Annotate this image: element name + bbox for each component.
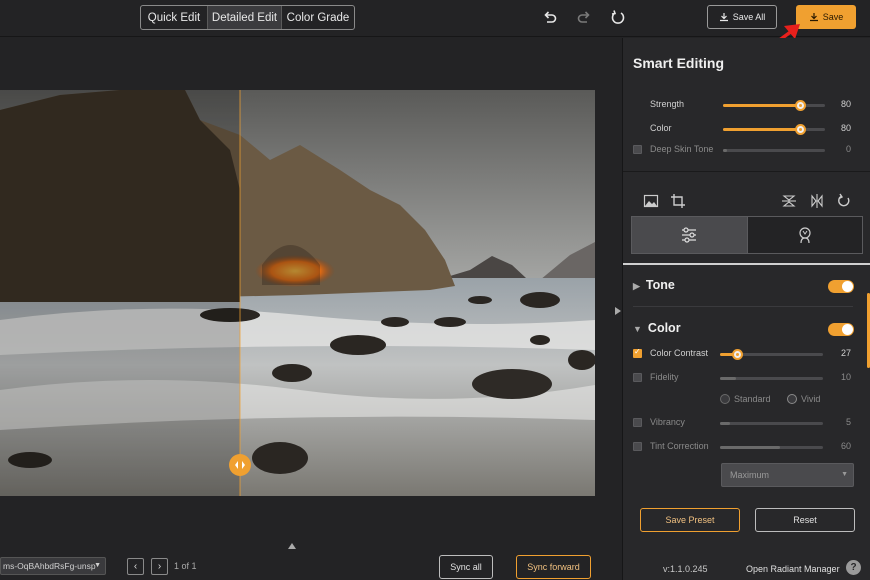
color-contrast-slider[interactable] [720,349,823,360]
vibrancy-row: Vibrancy 5 [623,415,870,431]
divider [623,171,870,172]
strength-label: Strength [650,99,685,109]
deep-skin-tone-value: 0 [845,144,851,154]
download-icon [809,13,818,22]
deep-skin-tone-slider[interactable] [723,149,825,152]
page-counter: 1 of 1 [174,561,197,571]
sync-forward-button[interactable]: Sync forward [516,555,591,579]
chevron-down-icon: ▼ [94,562,101,569]
radio-vivid-dot [787,394,797,404]
right-panel: Smart Editing Strength 80 Color 80 Deep … [622,38,870,580]
mode-detailed-edit[interactable]: Detailed Edit [207,6,282,29]
color-toggle[interactable] [828,323,854,336]
vibrancy-slider[interactable] [720,422,823,425]
mode-color-grade[interactable]: Color Grade [282,6,354,29]
flip-horizontal-icon[interactable] [809,193,825,209]
color-contrast-label: Color Contrast [650,348,709,358]
tab-portrait[interactable] [746,217,862,253]
fidelity-slider[interactable] [720,377,823,380]
strength-slider-row: Strength 80 [623,97,870,113]
chevron-down-icon: ▼ [841,471,848,478]
image-canvas: ms-OqBAhbdRsFg-unsp ▼ ‹ › 1 of 1 Sync al… [0,38,622,580]
radio-vivid[interactable]: Vivid [787,394,820,404]
image-icon[interactable] [643,193,659,209]
chevron-left-icon: ‹ [133,561,138,572]
divider [633,306,853,307]
deep-skin-tone-checkbox[interactable] [633,145,642,154]
panel-tabs [631,216,863,254]
vibrancy-label: Vibrancy [650,417,685,427]
color-value: 80 [840,123,851,133]
adjustments-icon [682,227,697,243]
color-contrast-checkbox[interactable] [633,347,642,358]
strength-slider[interactable] [723,100,825,111]
tint-mode-value: Maximum [730,470,770,480]
expand-filmstrip-icon[interactable] [287,542,297,550]
redo-icon[interactable] [576,9,592,25]
fidelity-row: Fidelity 10 [623,370,870,386]
tint-correction-checkbox[interactable] [633,442,642,451]
color-contrast-row: Color Contrast 27 [623,346,870,362]
section-tone-label: Tone [645,278,675,292]
top-toolbar: Quick Edit Detailed Edit Color Grade Sav… [0,0,870,57]
divider [623,263,870,265]
file-selector[interactable]: ms-OqBAhbdRsFg-unsp ▼ [0,557,106,575]
color-slider[interactable] [723,124,825,135]
tint-correction-row: Tint Correction 60 [623,439,870,455]
reset-icon[interactable] [610,9,626,25]
deep-skin-tone-label: Deep Skin Tone [650,144,714,154]
collapse-panel-icon[interactable] [614,306,622,316]
color-contrast-value: 27 [840,348,851,358]
color-contrast-slider-knob[interactable] [732,349,743,360]
flip-vertical-icon[interactable] [781,193,797,209]
tint-mode-select[interactable]: Maximum ▼ [721,463,854,487]
color-label: Color [650,123,672,133]
save-preset-button[interactable]: Save Preset [640,508,740,532]
reset-button[interactable]: Reset [755,508,855,532]
photo-preview[interactable] [0,90,595,496]
prev-image-button[interactable]: ‹ [127,558,144,575]
chevron-right-icon: › [157,561,162,572]
download-icon [719,13,728,22]
portrait-icon [799,227,811,244]
open-radiant-manager-link[interactable]: Open Radiant Manager [746,564,840,574]
fidelity-value: 10 [840,372,851,382]
tone-toggle[interactable] [828,280,854,293]
fidelity-label: Fidelity [650,372,679,382]
section-color-label: Color [647,321,681,335]
color-slider-knob[interactable] [795,124,806,135]
mode-switcher: Quick Edit Detailed Edit Color Grade [140,5,355,30]
save-label: Save [822,12,844,22]
save-all-label: Save All [732,12,766,22]
radio-standard-label: Standard [734,394,771,404]
panel-title: Smart Editing [633,55,725,71]
expand-right-icon: ▶ [633,281,640,291]
color-slider-row: Color 80 [623,121,870,137]
section-tone[interactable]: ▶ Tone [633,278,675,292]
expand-down-icon: ▼ [633,324,642,334]
help-icon[interactable]: ? [846,560,861,575]
section-color[interactable]: ▼ Color [633,321,681,335]
rotate-icon[interactable] [836,193,852,209]
strength-slider-knob[interactable] [795,100,806,111]
version-label: v:1.1.0.245 [663,564,708,574]
sync-all-button[interactable]: Sync all [439,555,493,579]
tint-correction-slider[interactable] [720,446,823,449]
strength-value: 80 [840,99,851,109]
crop-icon[interactable] [670,193,686,209]
tint-correction-label: Tint Correction [650,441,709,451]
fidelity-checkbox[interactable] [633,373,642,382]
tint-correction-value: 60 [840,441,851,451]
undo-icon[interactable] [542,9,558,25]
next-image-button[interactable]: › [151,558,168,575]
radio-vivid-label: Vivid [801,394,821,404]
radio-standard-dot [720,394,730,404]
file-name: ms-OqBAhbdRsFg-unsp [3,561,96,571]
mode-quick-edit[interactable]: Quick Edit [141,6,207,29]
deep-skin-tone-row: Deep Skin Tone 0 [623,142,870,158]
vibrancy-value: 5 [845,417,851,427]
tab-adjustments[interactable] [632,217,747,253]
vibrancy-checkbox[interactable] [633,418,642,427]
radio-standard[interactable]: Standard [720,394,771,404]
